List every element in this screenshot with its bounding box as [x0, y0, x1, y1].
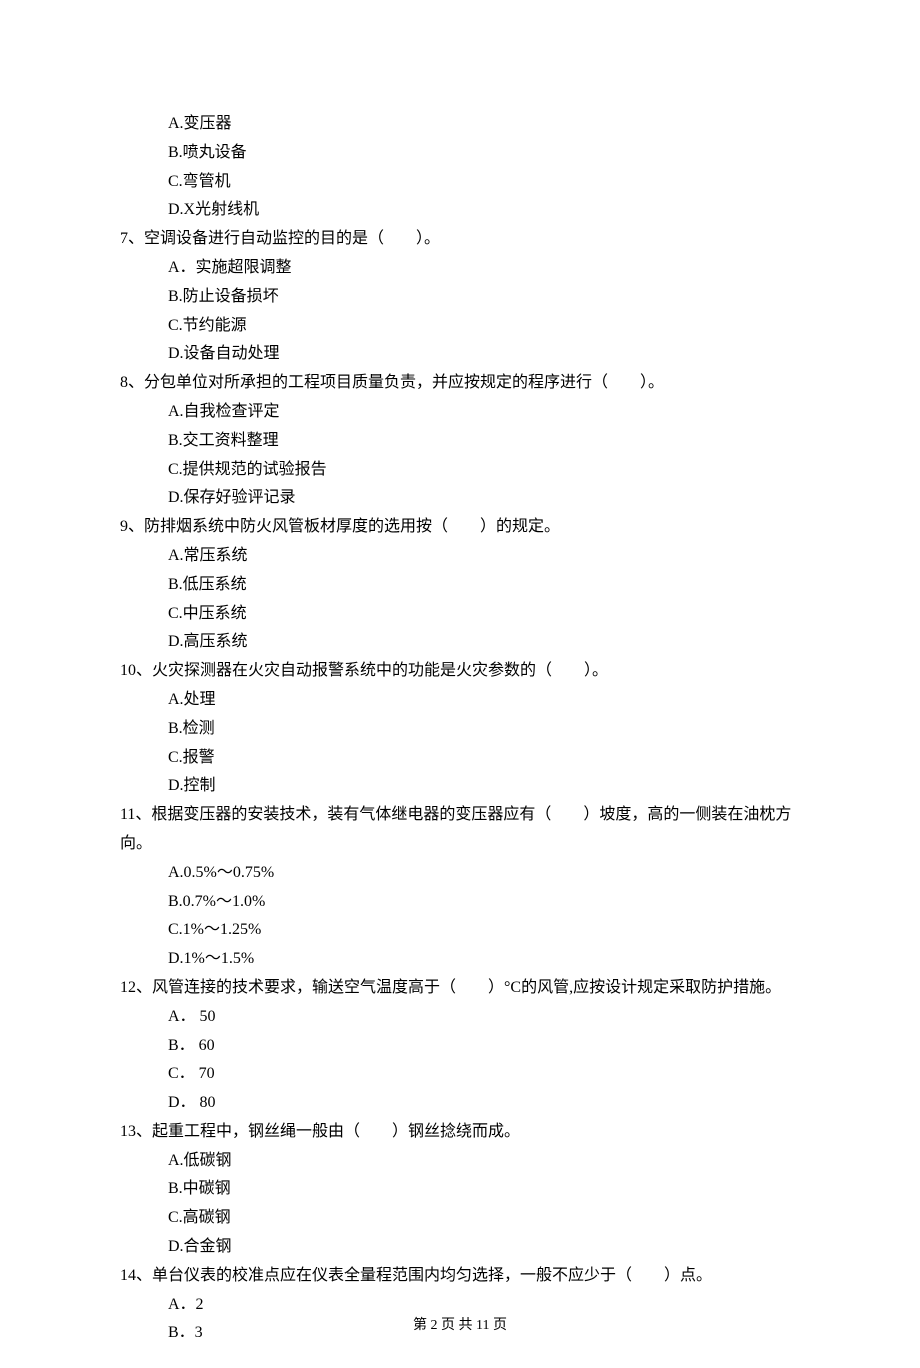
option-q11-a: A.0.5%～0.75%: [120, 859, 800, 888]
option-q7-d: D.设备自动处理: [120, 340, 800, 369]
option-q7-b: B.防止设备损坏: [120, 283, 800, 312]
option-q9-d: D.高压系统: [120, 628, 800, 657]
option-q11-d: D.1%～1.5%: [120, 945, 800, 974]
question-13: 13、起重工程中，钢丝绳一般由（ ）钢丝捻绕而成。: [120, 1118, 800, 1147]
option-q6-b: B.喷丸设备: [120, 139, 800, 168]
option-q8-c: C.提供规范的试验报告: [120, 456, 800, 485]
question-14: 14、单台仪表的校准点应在仪表全量程范围内均匀选择，一般不应少于（ ）点。: [120, 1262, 800, 1291]
option-q13-b: B.中碳钢: [120, 1175, 800, 1204]
option-q9-a: A.常压系统: [120, 542, 800, 571]
option-q7-a: A．实施超限调整: [120, 254, 800, 283]
question-7: 7、空调设备进行自动监控的目的是（ ）。: [120, 225, 800, 254]
option-q12-c: C． 70: [120, 1060, 800, 1089]
option-q9-b: B.低压系统: [120, 571, 800, 600]
question-11: 11、根据变压器的安装技术，装有气体继电器的变压器应有（ ）坡度，高的一侧装在油…: [120, 801, 800, 859]
option-q8-d: D.保存好验评记录: [120, 484, 800, 513]
option-q13-d: D.合金钢: [120, 1233, 800, 1262]
option-q10-a: A.处理: [120, 686, 800, 715]
page-footer: 第 2 页 共 11 页: [0, 1313, 920, 1338]
question-8: 8、分包单位对所承担的工程项目质量负责，并应按规定的程序进行（ ）。: [120, 369, 800, 398]
option-q12-d: D． 80: [120, 1089, 800, 1118]
option-q6-c: C.弯管机: [120, 168, 800, 197]
option-q10-b: B.检测: [120, 715, 800, 744]
option-q7-c: C.节约能源: [120, 312, 800, 341]
option-q10-d: D.控制: [120, 772, 800, 801]
question-9: 9、防排烟系统中防火风管板材厚度的选用按（ ）的规定。: [120, 513, 800, 542]
question-10: 10、火灾探测器在火灾自动报警系统中的功能是火灾参数的（ ）。: [120, 657, 800, 686]
option-q11-b: B.0.7%～1.0%: [120, 888, 800, 917]
option-q13-c: C.高碳钢: [120, 1204, 800, 1233]
option-q8-b: B.交工资料整理: [120, 427, 800, 456]
option-q12-b: B． 60: [120, 1032, 800, 1061]
option-q12-a: A． 50: [120, 1003, 800, 1032]
option-q13-a: A.低碳钢: [120, 1147, 800, 1176]
option-q6-d: D.X光射线机: [120, 196, 800, 225]
option-q10-c: C.报警: [120, 744, 800, 773]
option-q11-c: C.1%～1.25%: [120, 916, 800, 945]
option-q6-a: A.变压器: [120, 110, 800, 139]
option-q8-a: A.自我检查评定: [120, 398, 800, 427]
option-q9-c: C.中压系统: [120, 600, 800, 629]
question-12: 12、风管连接的技术要求，输送空气温度高于（ ）°C的风管,应按设计规定采取防护…: [120, 974, 800, 1003]
